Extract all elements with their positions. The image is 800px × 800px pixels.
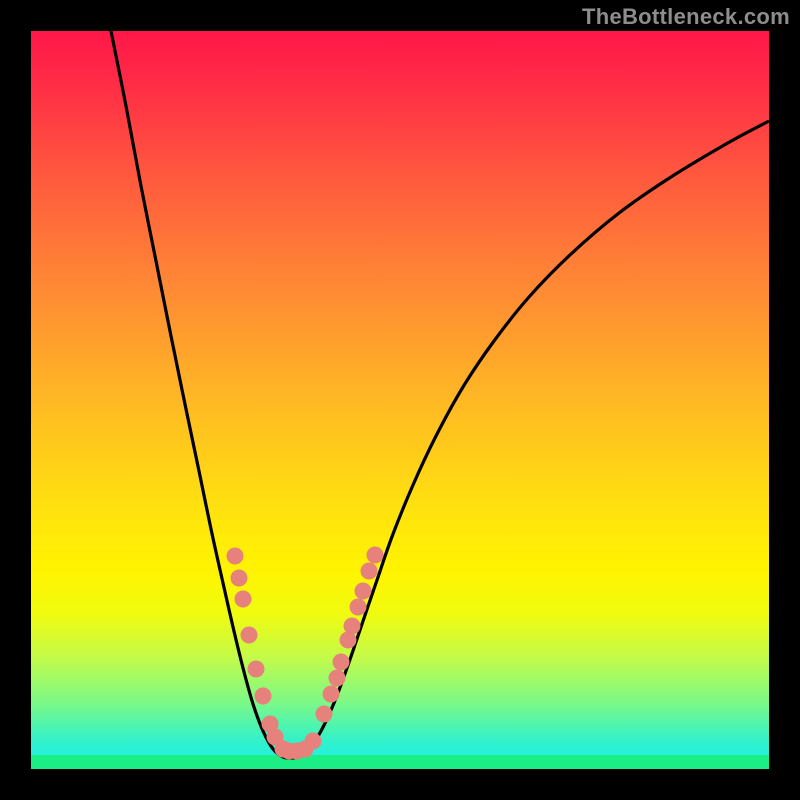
data-marker: [235, 591, 252, 608]
overlay-svg: [31, 31, 769, 769]
data-marker: [367, 547, 384, 564]
watermark-text: TheBottleneck.com: [582, 4, 790, 30]
data-marker: [361, 563, 378, 580]
data-marker: [355, 583, 372, 600]
data-marker: [305, 733, 322, 750]
data-marker: [227, 548, 244, 565]
data-marker: [231, 570, 248, 587]
data-marker: [323, 686, 340, 703]
data-marker: [255, 688, 272, 705]
data-markers: [227, 547, 384, 760]
bottleneck-curve-left: [110, 31, 289, 758]
plot-area: [31, 31, 769, 769]
data-marker: [329, 670, 346, 687]
data-marker: [344, 618, 361, 635]
chart-frame: TheBottleneck.com: [0, 0, 800, 800]
data-marker: [333, 654, 350, 671]
data-marker: [248, 661, 265, 678]
data-marker: [316, 706, 333, 723]
bottleneck-curve-right: [289, 121, 769, 758]
data-marker: [241, 627, 258, 644]
data-marker: [350, 599, 367, 616]
